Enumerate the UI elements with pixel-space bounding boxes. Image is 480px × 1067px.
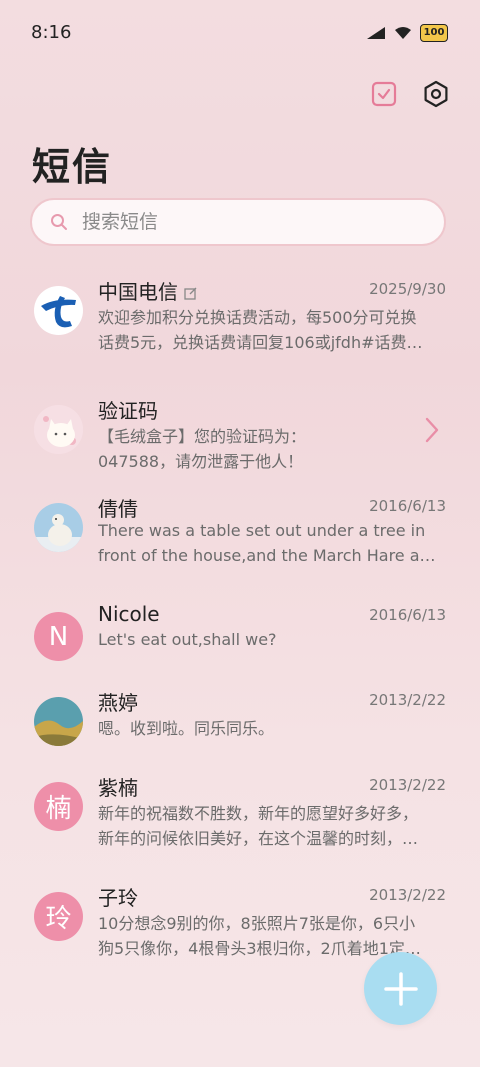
wifi-icon bbox=[395, 27, 411, 39]
status-icons: 100 bbox=[366, 24, 448, 42]
contact-name: 燕婷 bbox=[98, 691, 138, 715]
status-time: 8:16 bbox=[31, 22, 72, 43]
message-date: 2013/2/22 bbox=[369, 886, 446, 904]
settings-button[interactable] bbox=[420, 78, 452, 110]
avatar bbox=[34, 697, 83, 746]
edit-icon bbox=[184, 287, 197, 300]
plus-icon bbox=[383, 971, 418, 1006]
message-preview-line1: 10分想念9别的你，8张照片7张是你，6只小 bbox=[98, 914, 416, 933]
contact-name: 紫楠 bbox=[98, 776, 138, 800]
search-input[interactable] bbox=[80, 210, 414, 234]
avatar bbox=[34, 503, 83, 552]
message-preview-line1: There was a table set out under a tree i… bbox=[98, 521, 426, 540]
search-icon bbox=[51, 214, 67, 230]
conversation-item[interactable]: 楠 紫楠 2013/2/22 新年的祝福数不胜数，新年的愿望好多好多， 新年的问… bbox=[0, 776, 480, 882]
battery-icon: 100 bbox=[420, 24, 448, 42]
avatar bbox=[34, 286, 83, 335]
signal-icon bbox=[367, 27, 385, 39]
avatar: N bbox=[34, 612, 83, 661]
polar-bear-photo-icon bbox=[34, 503, 83, 552]
message-preview-line1: 【毛绒盒子】您的验证码为： bbox=[98, 427, 307, 446]
contact-name: 验证码 bbox=[98, 399, 158, 423]
checkbox-icon bbox=[371, 81, 397, 107]
message-preview-line1: 新年的祝福数不胜数，新年的愿望好多好多， bbox=[98, 804, 419, 823]
message-date: 2025/9/30 bbox=[369, 280, 446, 298]
message-date: 2013/2/22 bbox=[369, 691, 446, 709]
contact-name: 子玲 bbox=[98, 886, 138, 910]
top-actions bbox=[368, 78, 452, 110]
message-preview-line1: 嗯。收到啦。同乐同乐。 bbox=[98, 719, 275, 738]
message-date: 2013/2/22 bbox=[369, 776, 446, 794]
china-telecom-logo-icon bbox=[34, 286, 83, 335]
avatar bbox=[34, 405, 83, 454]
chevron-right-icon[interactable] bbox=[424, 417, 440, 443]
new-message-button[interactable] bbox=[364, 952, 437, 1025]
landscape-photo-icon bbox=[34, 697, 83, 746]
message-preview-line1: 欢迎参加积分兑换话费活动，每500分可兑换 bbox=[98, 308, 417, 327]
select-button[interactable] bbox=[368, 78, 400, 110]
conversation-item[interactable]: 验证码 【毛绒盒子】您的验证码为： 047588，请勿泄露于他人！ bbox=[0, 399, 480, 505]
cat-photo-icon bbox=[34, 405, 83, 454]
contact-name: Nicole bbox=[98, 602, 160, 626]
contact-name: 中国电信 bbox=[98, 276, 197, 305]
conversation-item[interactable]: 中国电信 2025/9/30 欢迎参加积分兑换话费活动，每500分可兑换 话费5… bbox=[0, 280, 480, 386]
contact-name: 倩倩 bbox=[98, 497, 138, 521]
conversation-item[interactable]: 倩倩 2016/6/13 There was a table set out u… bbox=[0, 497, 480, 603]
status-bar: 8:16 100 bbox=[0, 0, 480, 68]
settings-icon bbox=[424, 80, 448, 108]
message-preview-line2: front of the house,and the March Hare an… bbox=[98, 546, 444, 565]
message-preview-line1: Let's eat out,shall we? bbox=[98, 630, 277, 649]
message-preview-line2: 话费5元，兑换话费请回复106或jfdh#话费… bbox=[98, 333, 423, 352]
message-preview-line2: 新年的问候依旧美好，在这个温馨的时刻，… bbox=[98, 829, 419, 848]
avatar: 楠 bbox=[34, 782, 83, 831]
page-title: 短信 bbox=[32, 145, 113, 189]
search-box[interactable] bbox=[30, 198, 446, 246]
message-preview-line2: 047588，请勿泄露于他人！ bbox=[98, 452, 304, 471]
message-date: 2016/6/13 bbox=[369, 497, 446, 515]
message-date: 2016/6/13 bbox=[369, 606, 446, 624]
avatar: 玲 bbox=[34, 892, 83, 941]
